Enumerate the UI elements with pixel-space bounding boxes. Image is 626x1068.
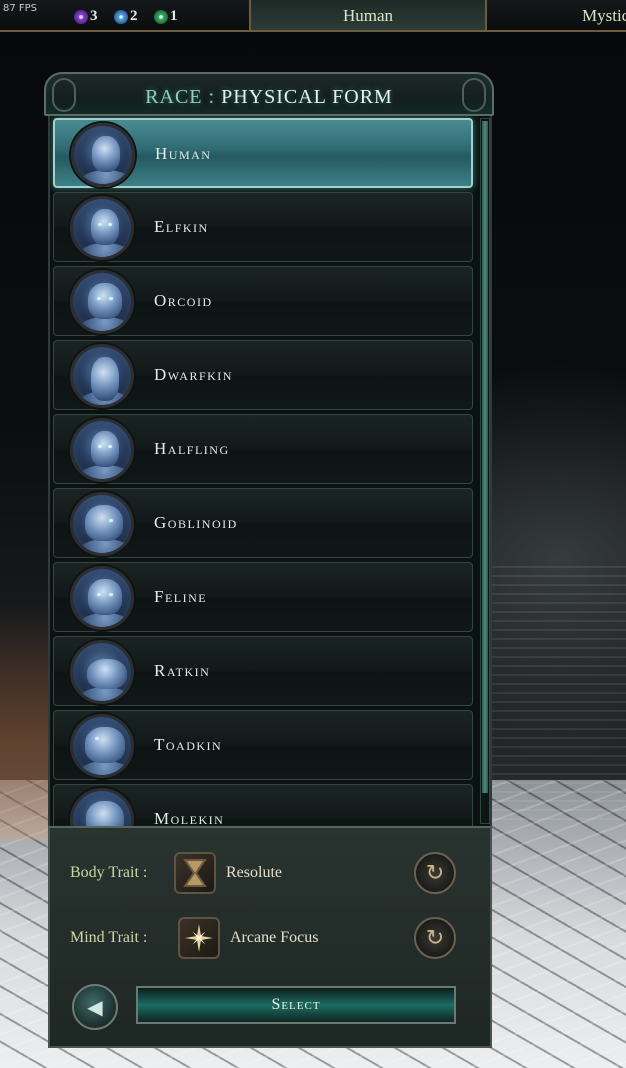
- race-item-toadkin[interactable]: Toadkin: [53, 710, 473, 780]
- star-icon: [114, 9, 128, 24]
- molekin-portrait-icon: [70, 788, 134, 826]
- starburst-icon[interactable]: [178, 917, 220, 959]
- resource-leaf-value: 1: [170, 8, 178, 24]
- race-list[interactable]: Human Elfkin Orcoid Dwarfkin Halfling Go…: [48, 116, 492, 826]
- race-name: Elfkin: [154, 217, 209, 236]
- dwarfkin-portrait-icon: [70, 344, 134, 408]
- scrollbar-thumb[interactable]: [482, 121, 488, 793]
- resource-leaf: 1: [154, 8, 178, 25]
- race-item-orcoid[interactable]: Orcoid: [53, 266, 473, 336]
- trait-controls: Body Trait : Resolute ↻ Mind Trait : Arc…: [48, 826, 492, 1048]
- fps-counter: 87 FPS: [3, 3, 38, 14]
- resource-eye-value: 3: [90, 8, 98, 24]
- back-button[interactable]: ◀: [72, 984, 118, 1030]
- tab-mystic[interactable]: Mystic: [582, 0, 626, 30]
- toadkin-portrait-icon: [70, 714, 134, 778]
- ratkin-portrait-icon: [70, 640, 134, 704]
- mind-trait-value: Arcane Focus: [230, 929, 319, 946]
- tab-human[interactable]: Human: [249, 0, 487, 30]
- race-name: Halfling: [154, 439, 230, 458]
- race-list-scrollbar[interactable]: [480, 118, 490, 824]
- resource-eye: 3: [74, 8, 98, 25]
- reroll-body-trait-button[interactable]: ↻: [414, 852, 456, 894]
- resource-star-value: 2: [130, 8, 138, 24]
- race-selection-panel: RACE : PHYSICAL FORM Human Elfkin Orcoid: [44, 72, 494, 1052]
- halfling-portrait-icon: [70, 418, 134, 482]
- race-item-ratkin[interactable]: Ratkin: [53, 636, 473, 706]
- eye-icon: [74, 9, 88, 24]
- top-bar: 87 FPS 3 2 1 Human Mystic: [0, 0, 626, 32]
- human-portrait-icon: [71, 123, 135, 187]
- race-name: Dwarfkin: [154, 365, 233, 384]
- race-item-goblinoid[interactable]: Goblinoid: [53, 488, 473, 558]
- orcoid-portrait-icon: [70, 270, 134, 334]
- race-item-dwarfkin[interactable]: Dwarfkin: [53, 340, 473, 410]
- race-name: Feline: [154, 587, 208, 606]
- race-item-elfkin[interactable]: Elfkin: [53, 192, 473, 262]
- leaf-icon: [154, 9, 168, 24]
- race-name: Toadkin: [154, 735, 223, 754]
- select-button[interactable]: Select: [136, 986, 456, 1024]
- body-trait-value: Resolute: [226, 864, 282, 881]
- race-name: Goblinoid: [154, 513, 238, 532]
- mind-trait-label: Mind Trait :: [70, 929, 148, 946]
- race-item-molekin[interactable]: Molekin: [53, 784, 473, 826]
- refresh-icon: ↻: [425, 925, 445, 951]
- hourglass-icon[interactable]: [174, 852, 216, 894]
- race-name: Orcoid: [154, 291, 213, 310]
- chevron-left-icon: ◀: [87, 995, 103, 1019]
- reroll-mind-trait-button[interactable]: ↻: [414, 917, 456, 959]
- race-item-human[interactable]: Human: [53, 118, 473, 188]
- resource-star: 2: [114, 8, 138, 25]
- refresh-icon: ↻: [425, 860, 445, 886]
- panel-header: RACE : PHYSICAL FORM: [44, 72, 494, 116]
- race-item-feline[interactable]: Feline: [53, 562, 473, 632]
- elfkin-portrait-icon: [70, 196, 134, 260]
- terrain-structure: [490, 560, 626, 820]
- race-name: Ratkin: [154, 661, 211, 680]
- title-main: PHYSICAL FORM: [221, 86, 393, 108]
- body-trait-label: Body Trait :: [70, 864, 148, 881]
- race-item-halfling[interactable]: Halfling: [53, 414, 473, 484]
- feline-portrait-icon: [70, 566, 134, 630]
- title-prefix: RACE :: [145, 86, 216, 108]
- panel-title: RACE : PHYSICAL FORM: [46, 74, 492, 120]
- goblinoid-portrait-icon: [70, 492, 134, 556]
- race-name: Molekin: [154, 809, 225, 826]
- race-name: Human: [155, 144, 212, 163]
